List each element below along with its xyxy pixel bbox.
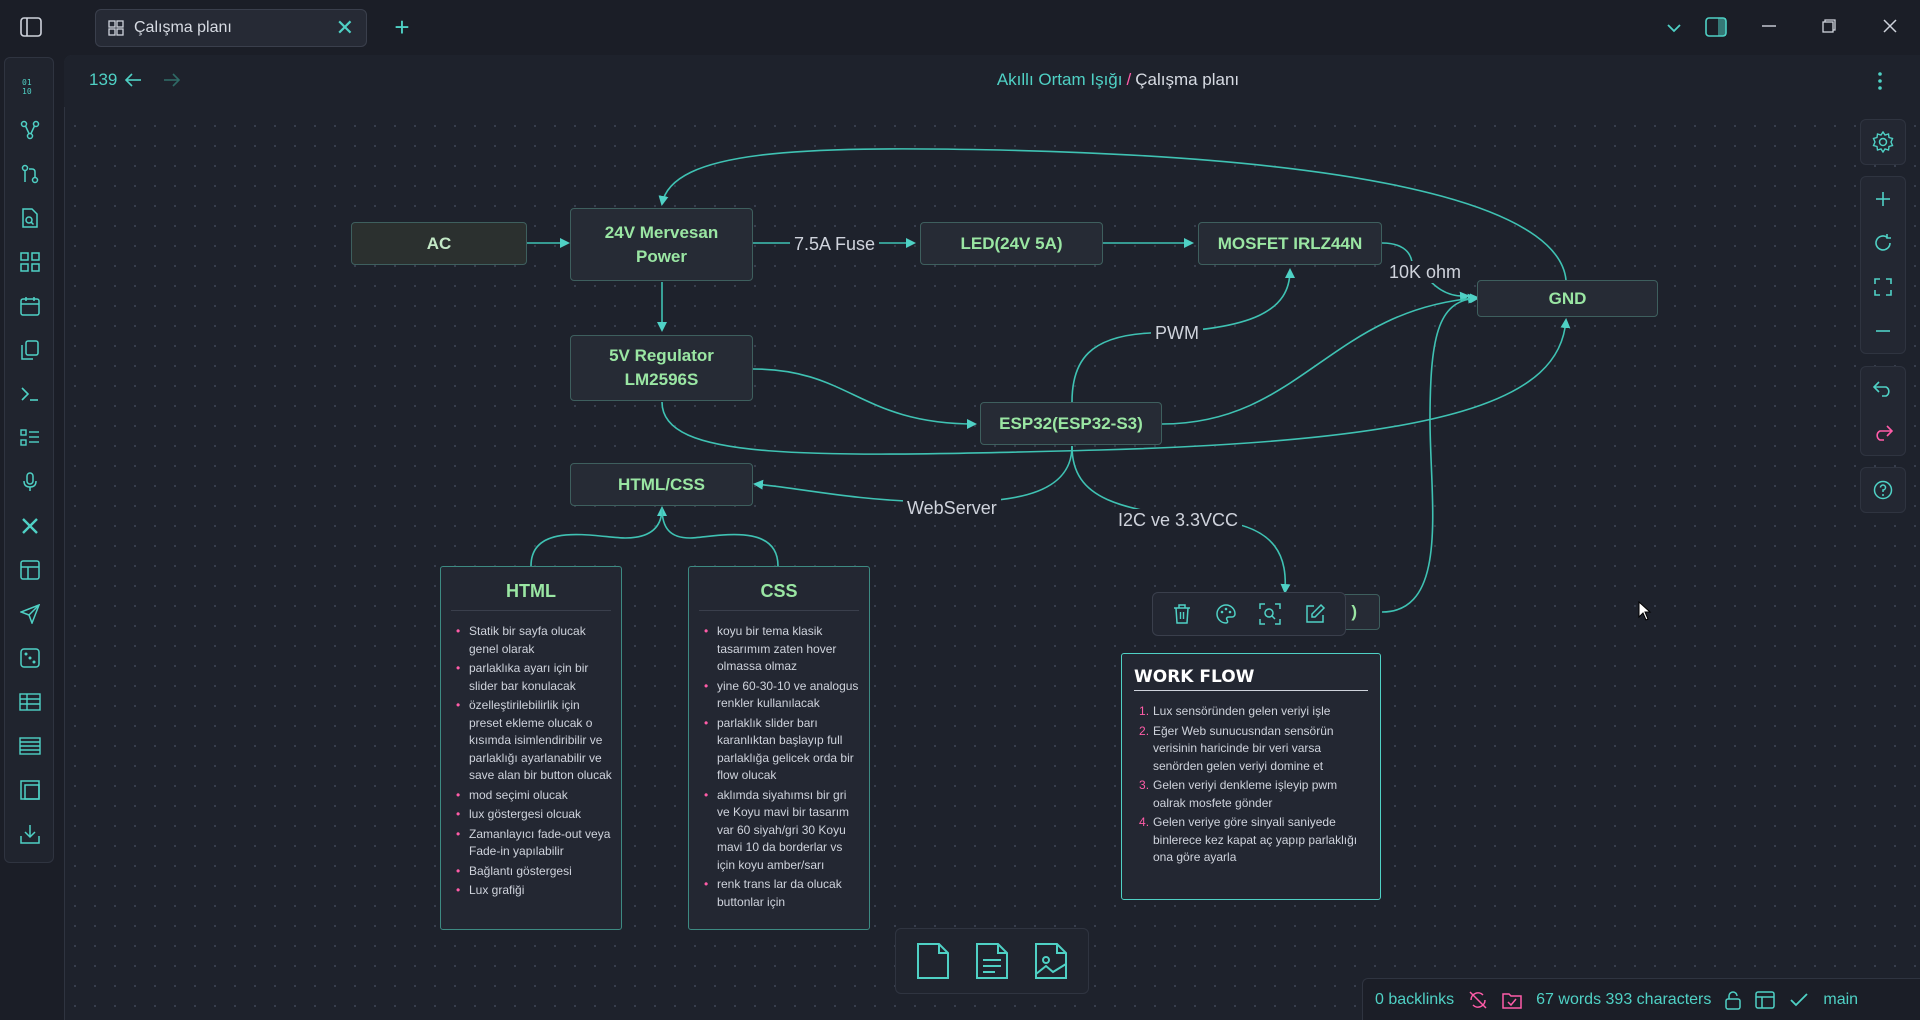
redo-icon[interactable] — [1861, 411, 1905, 455]
check-icon[interactable] — [1789, 992, 1809, 1008]
edge-label-resistor: 10K ohm — [1385, 261, 1466, 283]
mouse-cursor-icon — [1638, 601, 1652, 621]
edge-sensor-gnd — [1381, 293, 1480, 613]
canvas-zoom-bar — [1860, 176, 1906, 354]
canvas-settings-bar — [1860, 119, 1906, 165]
edge-label-pwm: PWM — [1151, 322, 1203, 344]
card-css-list: koyu bir tema klasik tasarımım zaten hov… — [689, 611, 869, 911]
card-html-title: HTML — [451, 567, 611, 611]
node-esp32[interactable]: ESP32(ESP32-S3) — [980, 402, 1162, 445]
card-workflow-title: WORK FLOW — [1134, 667, 1368, 691]
node-toolbar — [1152, 592, 1346, 636]
palette-icon[interactable] — [1215, 603, 1237, 625]
list-item: Lux grafiği — [456, 882, 613, 900]
node-regulator[interactable]: 5V Regulator LM2596S — [570, 335, 753, 401]
word-character-count: 67 words 393 characters — [1536, 990, 1712, 1008]
edge-label-i2c: I2C ve 3.3VCC — [1114, 509, 1243, 531]
list-item: parlaklıka ayarı için bir slider bar kon… — [456, 660, 613, 695]
backlinks-count[interactable]: 0 backlinks — [1375, 991, 1454, 1009]
edge-esp32-gnd — [1161, 293, 1478, 425]
node-power-supply[interactable]: 24V Mervesan Power — [570, 208, 753, 281]
node-mosfet[interactable]: MOSFET IRLZ44N — [1198, 222, 1382, 265]
layout-toggle-icon[interactable] — [1755, 990, 1776, 1009]
card-css[interactable]: CSS koyu bir tema klasik tasarımım zaten… — [688, 566, 870, 930]
canvas-help-bar — [1860, 467, 1906, 513]
list-item: koyu bir tema klasik tasarımım zaten hov… — [704, 623, 861, 676]
undo-icon[interactable] — [1861, 367, 1905, 411]
trash-icon[interactable] — [1172, 603, 1192, 625]
card-workflow-list: Lux sensöründen gelen veriyi işle Eğer W… — [1122, 691, 1380, 867]
list-item: özelleştirilebilirlik için preset ekleme… — [456, 697, 613, 785]
edge-html-htmlcss — [530, 506, 667, 567]
sync-disabled-icon[interactable] — [1468, 990, 1488, 1010]
node-led[interactable]: LED(24V 5A) — [920, 222, 1103, 265]
card-html[interactable]: HTML Statik bir sayfa olucak genel olara… — [440, 566, 622, 930]
list-item: aklımda siyahımsı bir gri ve Koyu mavi b… — [704, 787, 861, 875]
list-item: Eğer Web sunucusndan sensörün verisinin … — [1139, 723, 1334, 773]
edit-icon[interactable] — [1304, 603, 1326, 625]
list-item: yine 60-30-10 ve analogus renkler kullan… — [704, 678, 861, 713]
list-item: parlaklık slider barı karanlıktan başlay… — [704, 715, 861, 785]
node-html-css[interactable]: HTML/CSS — [570, 463, 753, 506]
list-item: renk trans lar da olucak buttonlar için — [704, 876, 861, 911]
help-icon[interactable] — [1861, 468, 1905, 512]
card-html-list: Statik bir sayfa olucak genel olarak par… — [441, 611, 621, 900]
git-branch[interactable]: main — [1823, 991, 1858, 1009]
tasks-icon[interactable] — [1502, 991, 1522, 1009]
zoom-to-fit-icon[interactable] — [1861, 265, 1905, 309]
list-item: Lux sensöründen gelen veriyi işle — [1139, 703, 1331, 720]
add-media-icon[interactable] — [1033, 942, 1069, 980]
edge-css-htmlcss — [661, 507, 779, 567]
card-css-title: CSS — [699, 567, 859, 611]
list-item: mod seçimi olucak — [456, 787, 613, 805]
list-item: lux göstergesi olcuak — [456, 806, 613, 824]
list-item: Gelen veriye göre sinyali saniyede binle… — [1139, 814, 1358, 864]
canvas-history-bar — [1860, 366, 1906, 456]
zoom-out-icon[interactable] — [1861, 309, 1905, 353]
add-node-dock — [895, 928, 1089, 994]
zoom-to-node-icon[interactable] — [1259, 603, 1281, 625]
status-bar: 0 backlinks 67 words 393 characters main — [1362, 978, 1920, 1020]
edge-regulator-esp32 — [752, 368, 977, 429]
node-gnd[interactable]: GND — [1477, 280, 1658, 317]
edge-label-fuse: 7.5A Fuse — [790, 233, 880, 255]
lock-icon[interactable] — [1725, 990, 1742, 1010]
card-workflow[interactable]: WORK FLOW Lux sensöründen gelen veriyi i… — [1121, 653, 1381, 900]
settings-gear-icon[interactable] — [1861, 120, 1905, 164]
list-item: Bağlantı göstergesi — [456, 863, 613, 881]
list-item: Zamanlayıcı fade-out veya Fade-in yapıla… — [456, 826, 613, 861]
edge-label-webserver: WebServer — [903, 497, 1001, 519]
node-ac[interactable]: AC — [351, 222, 527, 265]
list-item: Gelen veriyi denkleme işleyip pwm oalrak… — [1139, 777, 1338, 810]
add-note-icon[interactable] — [974, 942, 1010, 980]
reset-zoom-icon[interactable] — [1861, 221, 1905, 265]
list-item: Statik bir sayfa olucak genel olarak — [456, 623, 613, 658]
add-card-icon[interactable] — [915, 942, 951, 980]
zoom-in-icon[interactable] — [1861, 177, 1905, 221]
